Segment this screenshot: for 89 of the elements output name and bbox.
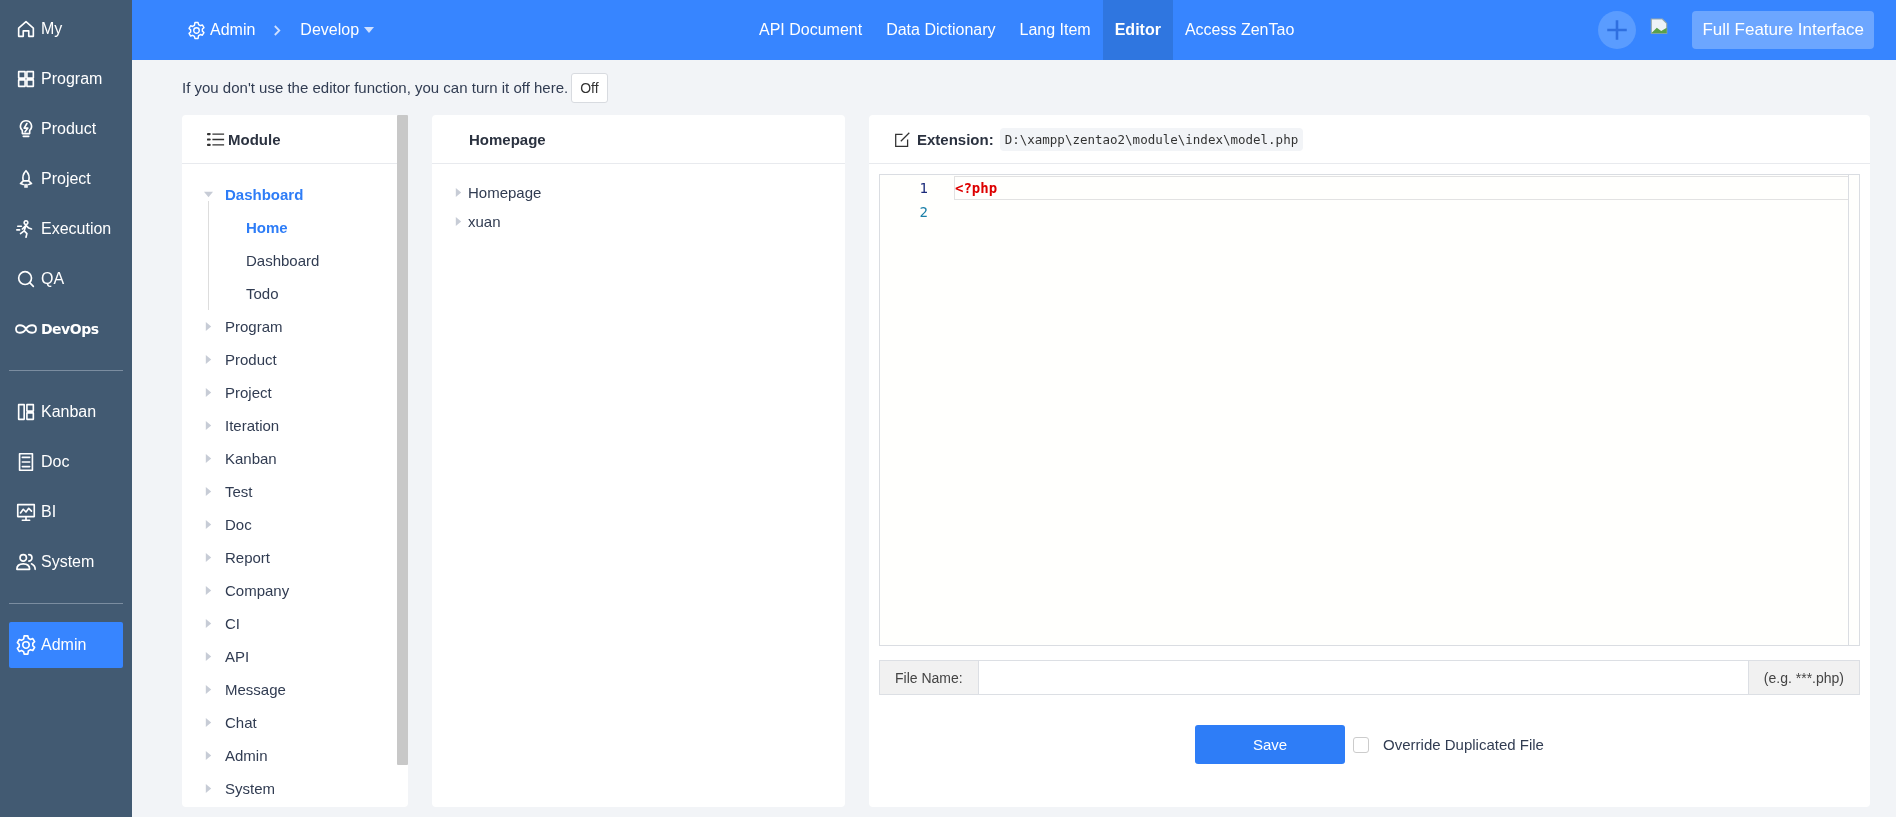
home-icon [15, 18, 37, 40]
collapsed-triangle-icon[interactable] [204, 519, 213, 530]
tree-item[interactable]: CI [225, 615, 240, 632]
list-icon [207, 131, 225, 147]
tree-item[interactable]: Iteration [225, 417, 280, 434]
scrollbar[interactable] [397, 115, 408, 765]
tree-item[interactable]: Home [246, 219, 288, 236]
checkbox[interactable] [1353, 736, 1370, 753]
panel-title: Module [228, 130, 281, 148]
sidebar-item[interactable]: System [9, 539, 123, 585]
collapsed-triangle-icon[interactable] [204, 651, 213, 662]
sidebar-item[interactable]: Execution [9, 206, 123, 252]
tree-item[interactable]: Project [225, 384, 272, 401]
sidebar-item[interactable]: Admin [9, 622, 123, 668]
tree-item[interactable]: Todo [246, 285, 279, 302]
field-label: File Name: [880, 661, 979, 694]
nav-tab[interactable]: Data Dictionary [874, 0, 1008, 60]
sidebar-item[interactable]: DevOps [9, 306, 123, 352]
sidebar-item[interactable]: QA [9, 256, 123, 302]
file-name-field[interactable]: File Name: (e.g. ***.php) [879, 660, 1860, 695]
tree-item[interactable]: Product [225, 351, 277, 368]
nav-tab[interactable]: API Document [747, 0, 875, 60]
edit-icon [894, 130, 911, 148]
collapsed-triangle-icon[interactable] [204, 783, 213, 794]
settings-icon [187, 20, 206, 40]
breadcrumb-link[interactable]: Admin [210, 21, 256, 39]
caret-down-icon [364, 27, 375, 33]
expanded-triangle-icon[interactable] [204, 189, 213, 200]
gear-icon [15, 634, 37, 656]
extension-label: Extension: [917, 130, 994, 148]
code-editor[interactable]: 1 <?php 2 [879, 174, 1860, 646]
search-icon [15, 268, 37, 290]
notice-text: If you don't use the editor function, you can turn it off here. [182, 79, 569, 96]
tree-item[interactable]: Company [225, 582, 290, 599]
add-button[interactable] [1598, 11, 1637, 49]
people-icon [15, 551, 37, 573]
line-number: 2 [918, 204, 928, 220]
tree-item[interactable]: Program [225, 318, 283, 335]
collapsed-triangle-icon[interactable] [204, 717, 213, 728]
tree-item[interactable]: Test [225, 483, 253, 500]
collapsed-triangle-icon[interactable] [204, 354, 213, 365]
grid-icon [15, 68, 37, 90]
tree-item[interactable]: Dashboard [246, 252, 320, 269]
collapsed-triangle-icon[interactable] [204, 387, 213, 398]
section-dropdown[interactable]: Develop [300, 21, 375, 39]
kanban-icon [15, 401, 37, 423]
tree-item[interactable]: API [225, 648, 250, 665]
tree-item[interactable]: xuan [468, 213, 501, 230]
tree-item[interactable]: Report [225, 549, 271, 566]
collapsed-triangle-icon[interactable] [204, 420, 213, 431]
infinity-icon [15, 324, 37, 334]
field-hint: (e.g. ***.php) [1747, 661, 1859, 694]
collapsed-triangle-icon[interactable] [204, 684, 213, 695]
tree-item[interactable]: Kanban [225, 450, 277, 467]
tree-item[interactable]: System [225, 780, 275, 797]
nav-tab[interactable]: Editor [1102, 0, 1173, 60]
sidebar-item[interactable]: Doc [9, 439, 123, 485]
collapsed-triangle-icon[interactable] [204, 486, 213, 497]
sidebar-item[interactable]: Program [9, 56, 123, 102]
nav-tab[interactable]: Lang Item [1007, 0, 1103, 60]
sidebar-item[interactable]: Project [9, 156, 123, 202]
collapsed-triangle-icon[interactable] [204, 321, 213, 332]
monitor-icon [15, 501, 37, 523]
sidebar-item[interactable]: BI [9, 489, 123, 535]
tree-item[interactable]: Message [225, 681, 286, 698]
nav-tab[interactable]: Access ZenTao [1172, 0, 1307, 60]
collapsed-triangle-icon[interactable] [204, 618, 213, 629]
file-path: D:\xampp\zentao2\module\index\model.php [999, 127, 1304, 151]
collapsed-triangle-icon[interactable] [454, 216, 463, 227]
collapsed-triangle-icon[interactable] [204, 453, 213, 464]
sidebar-item[interactable]: Kanban [9, 389, 123, 435]
save-button[interactable]: Save [1195, 725, 1346, 764]
sidebar-item[interactable]: My [9, 6, 123, 52]
collapsed-triangle-icon[interactable] [204, 750, 213, 761]
php-open-tag: <?php [955, 180, 998, 196]
collapsed-triangle-icon[interactable] [204, 585, 213, 596]
collapsed-triangle-icon[interactable] [204, 552, 213, 563]
collapsed-triangle-icon[interactable] [454, 187, 463, 198]
tree-item[interactable]: Admin [225, 747, 268, 764]
checkbox-label: Override Duplicated File [1383, 736, 1544, 753]
tree-item[interactable]: Dashboard [225, 186, 304, 203]
chevron-right-icon [273, 23, 283, 37]
tree-item[interactable]: Chat [225, 714, 257, 731]
panel-title: Homepage [469, 130, 546, 148]
tree-item[interactable]: Homepage [468, 184, 542, 201]
sidebar-item[interactable]: Product [9, 106, 123, 152]
off-button[interactable]: Off [571, 72, 608, 103]
line-number: 1 [918, 180, 928, 196]
tree-item[interactable]: Doc [225, 516, 252, 533]
